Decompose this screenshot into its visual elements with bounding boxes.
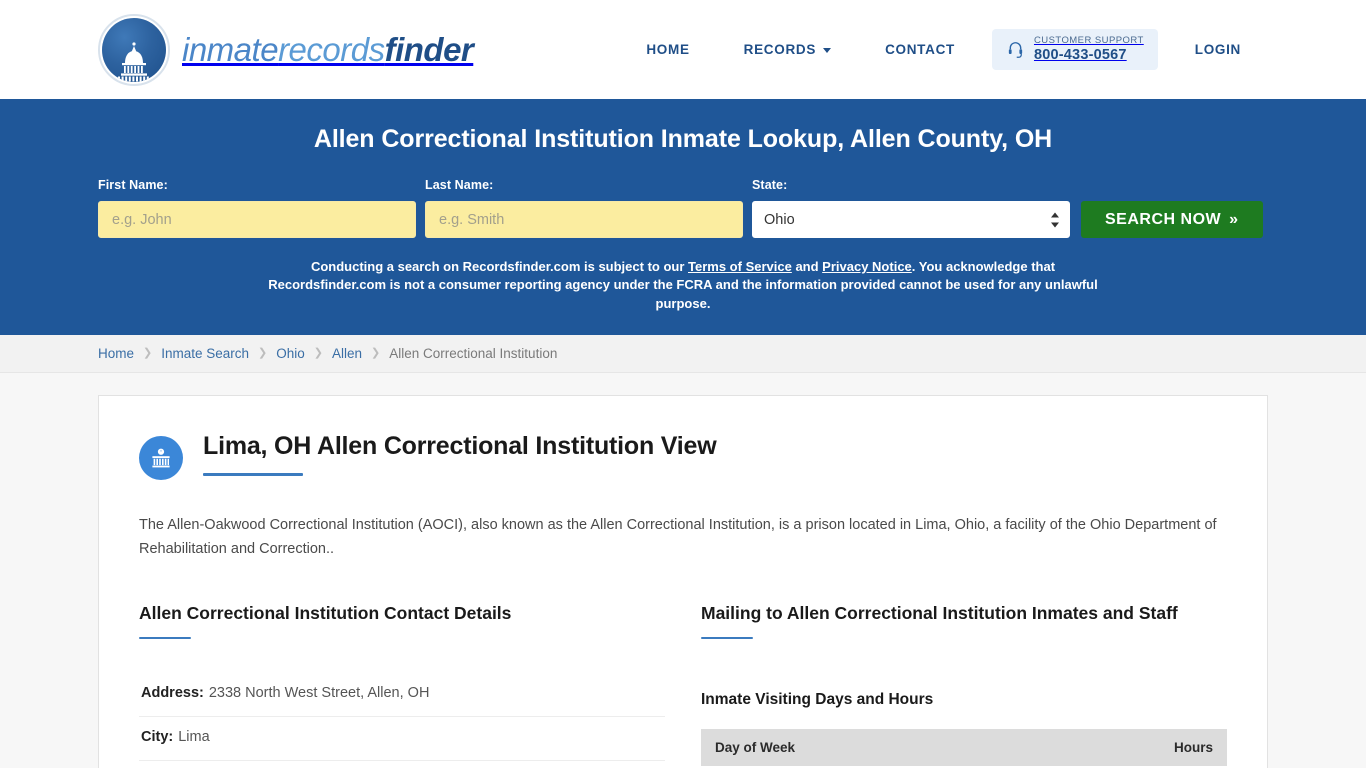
page-body: Lima, OH Allen Correctional Institution … bbox=[0, 373, 1366, 768]
contact-row-city: City: Lima bbox=[139, 717, 665, 761]
inmate-search-form: First Name: Last Name: State: Ohio bbox=[98, 178, 1268, 238]
breadcrumb-item-inmate-search[interactable]: Inmate Search bbox=[161, 346, 249, 361]
visiting-hours-heading: Inmate Visiting Days and Hours bbox=[701, 691, 934, 709]
first-name-input[interactable] bbox=[98, 201, 416, 238]
contact-row-zip: Zip:45801 bbox=[139, 761, 665, 768]
brand-wordmark: inmaterecordsfinder bbox=[182, 30, 474, 69]
nav-home[interactable]: HOME bbox=[619, 42, 716, 57]
breadcrumb-separator-icon: ❯ bbox=[371, 347, 381, 360]
state-label: State: bbox=[752, 178, 788, 192]
breadcrumb-item-allen[interactable]: Allen bbox=[332, 346, 362, 361]
nav-records-label: RECORDS bbox=[743, 42, 817, 57]
facility-description: The Allen-Oakwood Correctional Instituti… bbox=[139, 517, 1217, 557]
hero-title: Allen Correctional Institution Inmate Lo… bbox=[313, 125, 1053, 153]
column-header-day-of-week: Day of Week bbox=[701, 729, 1026, 767]
contact-row-address: Address: 2338 North West Street, Allen, O… bbox=[139, 673, 665, 718]
privacy-notice-link[interactable]: Privacy Notice bbox=[822, 259, 912, 274]
breadcrumb-item-home[interactable]: Home bbox=[98, 346, 134, 361]
disclaimer-text-2: and bbox=[791, 259, 823, 274]
contact-key: City: bbox=[141, 729, 174, 746]
headset-icon bbox=[1008, 42, 1023, 58]
main-navigation: HOME RECORDS CONTACT CUSTOMER SUPPORT 80… bbox=[619, 28, 1268, 71]
mailing-accent-underline bbox=[701, 637, 753, 640]
terms-of-service-link[interactable]: Terms of Service bbox=[688, 259, 792, 274]
breadcrumb-item-current: Allen Correctional Institution bbox=[389, 346, 558, 362]
nav-login[interactable]: LOGIN bbox=[1168, 42, 1268, 57]
support-phone: 800-433-0567 bbox=[1033, 46, 1127, 63]
nav-contact[interactable]: CONTACT bbox=[858, 42, 982, 57]
search-now-button[interactable]: SEARCH NOW » bbox=[1081, 201, 1263, 238]
prison-bars-icon bbox=[139, 436, 183, 481]
state-select[interactable]: Ohio bbox=[752, 201, 1070, 238]
search-disclaimer: Conducting a search on Recordsfinder.com… bbox=[263, 258, 1103, 313]
customer-support-box[interactable]: CUSTOMER SUPPORT 800-433-0567 bbox=[991, 28, 1158, 71]
table-header-row: Day of Week Hours bbox=[701, 729, 1227, 767]
site-header: inmaterecordsfinder HOME RECORDS CONTACT… bbox=[0, 0, 1366, 99]
breadcrumb-item-ohio[interactable]: Ohio bbox=[276, 346, 305, 361]
first-name-label: First Name: bbox=[98, 178, 168, 192]
last-name-input[interactable] bbox=[425, 201, 743, 238]
last-name-field-group: Last Name: bbox=[425, 178, 743, 238]
contact-details-heading: Allen Correctional Institution Contact D… bbox=[139, 603, 512, 624]
page-title: Lima, OH Allen Correctional Institution … bbox=[203, 432, 717, 461]
last-name-label: Last Name: bbox=[425, 178, 494, 192]
nav-home-label: HOME bbox=[646, 42, 690, 57]
disclaimer-text-1: Conducting a search on Recordsfinder.com… bbox=[310, 259, 689, 274]
breadcrumb-separator-icon: ❯ bbox=[313, 347, 323, 360]
breadcrumb-separator-icon: ❯ bbox=[258, 347, 268, 360]
facility-card: Lima, OH Allen Correctional Institution … bbox=[98, 395, 1268, 768]
mailing-column: Mailing to Allen Correctional Institutio… bbox=[701, 601, 1227, 768]
nav-records[interactable]: RECORDS bbox=[717, 42, 858, 57]
contact-key: Address: bbox=[141, 685, 204, 702]
hero-search-section: Allen Correctional Institution Inmate Lo… bbox=[0, 99, 1366, 336]
brand-part-2: records bbox=[278, 30, 385, 68]
contact-details-list: Address: 2338 North West Street, Allen, O… bbox=[139, 673, 665, 768]
title-accent-underline bbox=[203, 473, 303, 477]
breadcrumb: Home ❯ Inmate Search ❯ Ohio ❯ Allen ❯ Al… bbox=[0, 335, 1366, 374]
brand-part-1: inmate bbox=[182, 30, 279, 68]
brand-part-3: finder bbox=[384, 30, 474, 68]
double-chevron-right-icon: » bbox=[1229, 210, 1239, 228]
search-now-label: SEARCH NOW bbox=[1105, 210, 1222, 228]
contact-details-accent-underline bbox=[139, 637, 191, 640]
mailing-heading: Mailing to Allen Correctional Institutio… bbox=[701, 603, 1178, 624]
column-header-hours: Hours bbox=[1025, 729, 1227, 767]
contact-details-column: Allen Correctional Institution Contact D… bbox=[139, 601, 665, 768]
site-logo[interactable]: inmaterecordsfinder bbox=[98, 13, 474, 86]
contact-value: Lima bbox=[178, 729, 210, 746]
nav-login-label: LOGIN bbox=[1194, 42, 1241, 57]
first-name-field-group: First Name: bbox=[98, 178, 416, 238]
state-field-group: State: Ohio bbox=[752, 178, 1070, 238]
contact-value: 2338 North West Street, Allen, OH bbox=[208, 685, 430, 702]
chevron-down-icon bbox=[823, 48, 832, 53]
breadcrumb-separator-icon: ❯ bbox=[143, 347, 153, 360]
visiting-hours-table: Day of Week Hours bbox=[701, 729, 1227, 767]
support-label: CUSTOMER SUPPORT bbox=[1033, 34, 1144, 46]
capitol-dome-icon bbox=[98, 13, 170, 86]
nav-contact-label: CONTACT bbox=[885, 42, 955, 57]
